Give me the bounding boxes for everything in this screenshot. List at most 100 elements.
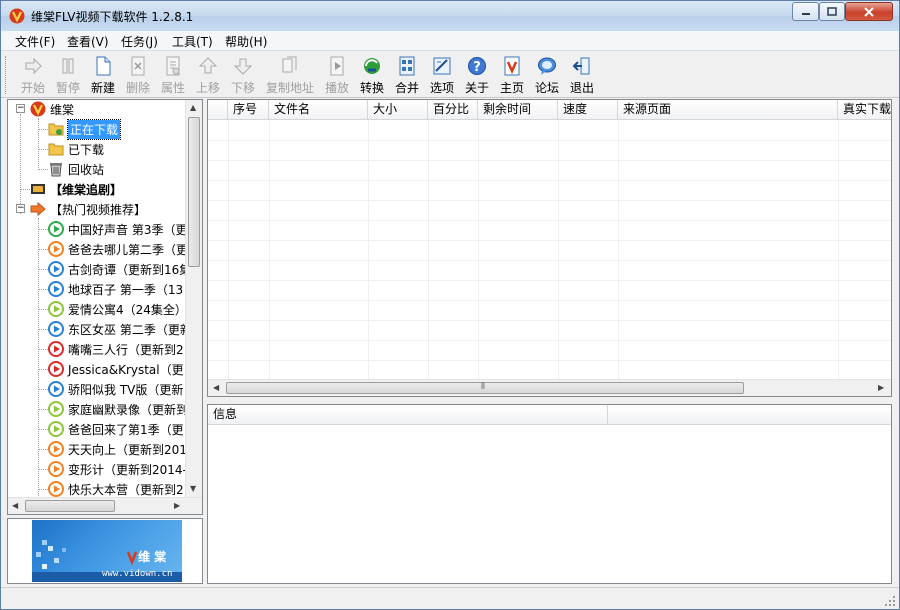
tree-item-label: 【热门视频推荐】 (50, 202, 147, 217)
hot-video-item[interactable]: 嘴嘴三人行（更新到2 (48, 339, 184, 359)
tree-item-downloading[interactable]: 正在下载 (48, 118, 122, 140)
list-horizontal-scrollbar[interactable]: ◀ ⦀ ▶ (208, 379, 891, 396)
hot-video-item[interactable]: Jessica&Krystal（更 (48, 359, 184, 379)
column-header-percent[interactable]: 百分比 (428, 100, 478, 120)
title-bar[interactable]: 维棠FLV视频下载软件 1.2.8.1 (1, 1, 899, 31)
column-header-real-download[interactable]: 真实下载 (838, 100, 891, 120)
exit-button[interactable]: 退出 (566, 54, 598, 96)
homepage-button[interactable]: 主页 (496, 54, 528, 96)
hot-video-item[interactable]: 地球百子 第一季（13 (48, 279, 183, 299)
hot-video-label: 中国好声音 第3季（更 (68, 222, 188, 237)
hot-video-item[interactable]: 爸爸回来了第1季（更 (48, 419, 184, 439)
move-up-button[interactable]: 上移 (192, 54, 224, 96)
column-header-index[interactable]: 序号 (228, 100, 269, 120)
minimize-button[interactable] (792, 2, 819, 21)
hot-video-label: 嘴嘴三人行（更新到2 (68, 342, 184, 357)
column-header-source-page[interactable]: 来源页面 (618, 100, 838, 120)
options-button[interactable]: 选项 (426, 54, 458, 96)
scroll-right-arrow-icon[interactable]: ▶ (878, 383, 884, 392)
hot-video-item[interactable]: 古剑奇谭（更新到16集 (48, 259, 191, 279)
forum-button[interactable]: 论坛 (531, 54, 563, 96)
hot-video-item[interactable]: 爱情公寓4（24集全） (48, 299, 187, 319)
video-site-icon-orange (48, 461, 64, 477)
column-header-info[interactable]: 信息 (208, 405, 608, 425)
convert-button[interactable]: 转换 (356, 54, 388, 96)
scroll-thumb[interactable] (188, 117, 200, 267)
move-down-button[interactable]: 下移 (227, 54, 259, 96)
resize-grip-icon[interactable] (884, 595, 896, 607)
download-list[interactable]: 序号 文件名 大小 百分比 剩余时间 速度 来源页面 真实下载 ◀ ⦀ ▶ (207, 99, 892, 397)
info-panel[interactable]: 信息 (207, 404, 892, 584)
maximize-button[interactable] (819, 2, 845, 21)
hot-video-item[interactable]: 东区女巫 第二季（更新 (48, 319, 192, 339)
column-header-remaining-time[interactable]: 剩余时间 (478, 100, 558, 120)
toolbar-grip[interactable] (5, 56, 8, 94)
window-title: 维棠FLV视频下载软件 1.2.8.1 (31, 10, 194, 24)
tree-item-drama[interactable]: 【维棠追剧】 (30, 179, 122, 199)
scroll-thumb[interactable] (25, 500, 115, 512)
hot-video-item[interactable]: 家庭幽默录像（更新到 (48, 399, 188, 419)
hot-video-label: 变形计（更新到2014- (68, 462, 187, 477)
move-down-icon (233, 58, 253, 75)
video-site-icon-blue (48, 381, 64, 397)
new-document-icon (96, 56, 111, 76)
menu-tools[interactable]: 工具(T) (172, 33, 213, 50)
grid-row-line (208, 140, 891, 141)
delete-button[interactable]: 删除 (122, 54, 154, 96)
hot-video-label: 爱情公寓4（24集全） (68, 302, 187, 317)
video-site-icon-orange (48, 241, 64, 257)
scroll-right-arrow-icon[interactable]: ▶ (174, 501, 180, 510)
category-tree[interactable]: − 维棠 正在下载 已下载 回收站 【维棠追剧】 − 【热门视频推荐】 中国好声… (7, 99, 203, 515)
tree-vertical-scrollbar[interactable]: ▲ ▼ (185, 100, 202, 498)
tree-item-downloaded[interactable]: 已下载 (48, 139, 104, 159)
play-button[interactable]: 播放 (321, 54, 353, 96)
grid-row-line (208, 240, 891, 241)
tree-root-vidown[interactable]: 维棠 (30, 100, 74, 119)
menu-view[interactable]: 查看(V) (67, 33, 109, 50)
column-header-size[interactable]: 大小 (368, 100, 428, 120)
menu-file[interactable]: 文件(F) (15, 33, 55, 50)
column-header-filename[interactable]: 文件名 (269, 100, 368, 120)
new-button[interactable]: 新建 (87, 54, 119, 96)
scroll-down-arrow-icon[interactable]: ▼ (190, 484, 196, 493)
app-logo-icon (30, 101, 46, 117)
new-label: 新建 (90, 81, 115, 95)
hot-video-item[interactable]: 骄阳似我 TV版（更新 (48, 379, 183, 399)
tree-item-recycle-bin[interactable]: 回收站 (48, 159, 104, 179)
column-header-info-detail[interactable] (608, 405, 891, 425)
column-header-checkbox[interactable] (208, 100, 228, 120)
grid-row-line (208, 320, 891, 321)
collapse-toggle[interactable]: − (16, 204, 25, 213)
menu-bar: 文件(F) 查看(V) 任务(J) 工具(T) 帮助(H) (1, 31, 899, 51)
tree-item-hot-videos[interactable]: 【热门视频推荐】 (30, 199, 146, 219)
scroll-left-arrow-icon[interactable]: ◀ (213, 383, 219, 392)
hot-video-item[interactable]: 爸爸去哪儿第二季（更 (48, 239, 188, 259)
hot-video-label: 地球百子 第一季（13 (68, 282, 184, 297)
about-button[interactable]: ? 关于 (461, 54, 493, 96)
scroll-thumb[interactable]: ⦀ (226, 382, 744, 394)
close-button[interactable] (845, 2, 893, 21)
column-header-speed[interactable]: 速度 (558, 100, 618, 120)
hot-video-item[interactable]: 天天向上（更新到201 (48, 439, 187, 459)
grid-row-line (208, 340, 891, 341)
tree-horizontal-scrollbar[interactable]: ◀ ▶ (8, 497, 202, 514)
info-header: 信息 (208, 405, 891, 425)
menu-task[interactable]: 任务(J) (121, 33, 158, 50)
menu-help[interactable]: 帮助(H) (225, 33, 267, 50)
video-site-icon-blue (48, 281, 64, 297)
ad-banner[interactable]: 维 棠 www.vidown.cn (7, 518, 203, 584)
collapse-toggle[interactable]: − (16, 104, 25, 113)
hot-video-item[interactable]: 变形计（更新到2014- (48, 459, 187, 479)
merge-button[interactable]: 合并 (391, 54, 423, 96)
hot-video-item[interactable]: 中国好声音 第3季（更 (48, 219, 187, 239)
start-button[interactable]: 开始 (17, 54, 49, 96)
properties-button[interactable]: 属性 (157, 54, 189, 96)
pause-button[interactable]: 暂停 (52, 54, 84, 96)
grid-column-line (558, 120, 559, 380)
copy-address-button[interactable]: 复制地址 (263, 54, 317, 96)
scroll-left-arrow-icon[interactable]: ◀ (12, 501, 18, 510)
tree-item-label: 【维棠追剧】 (50, 182, 123, 197)
hot-video-item[interactable]: 快乐大本营（更新到2 (48, 479, 184, 499)
homepage-label: 主页 (499, 81, 524, 95)
scroll-up-arrow-icon[interactable]: ▲ (190, 103, 196, 112)
